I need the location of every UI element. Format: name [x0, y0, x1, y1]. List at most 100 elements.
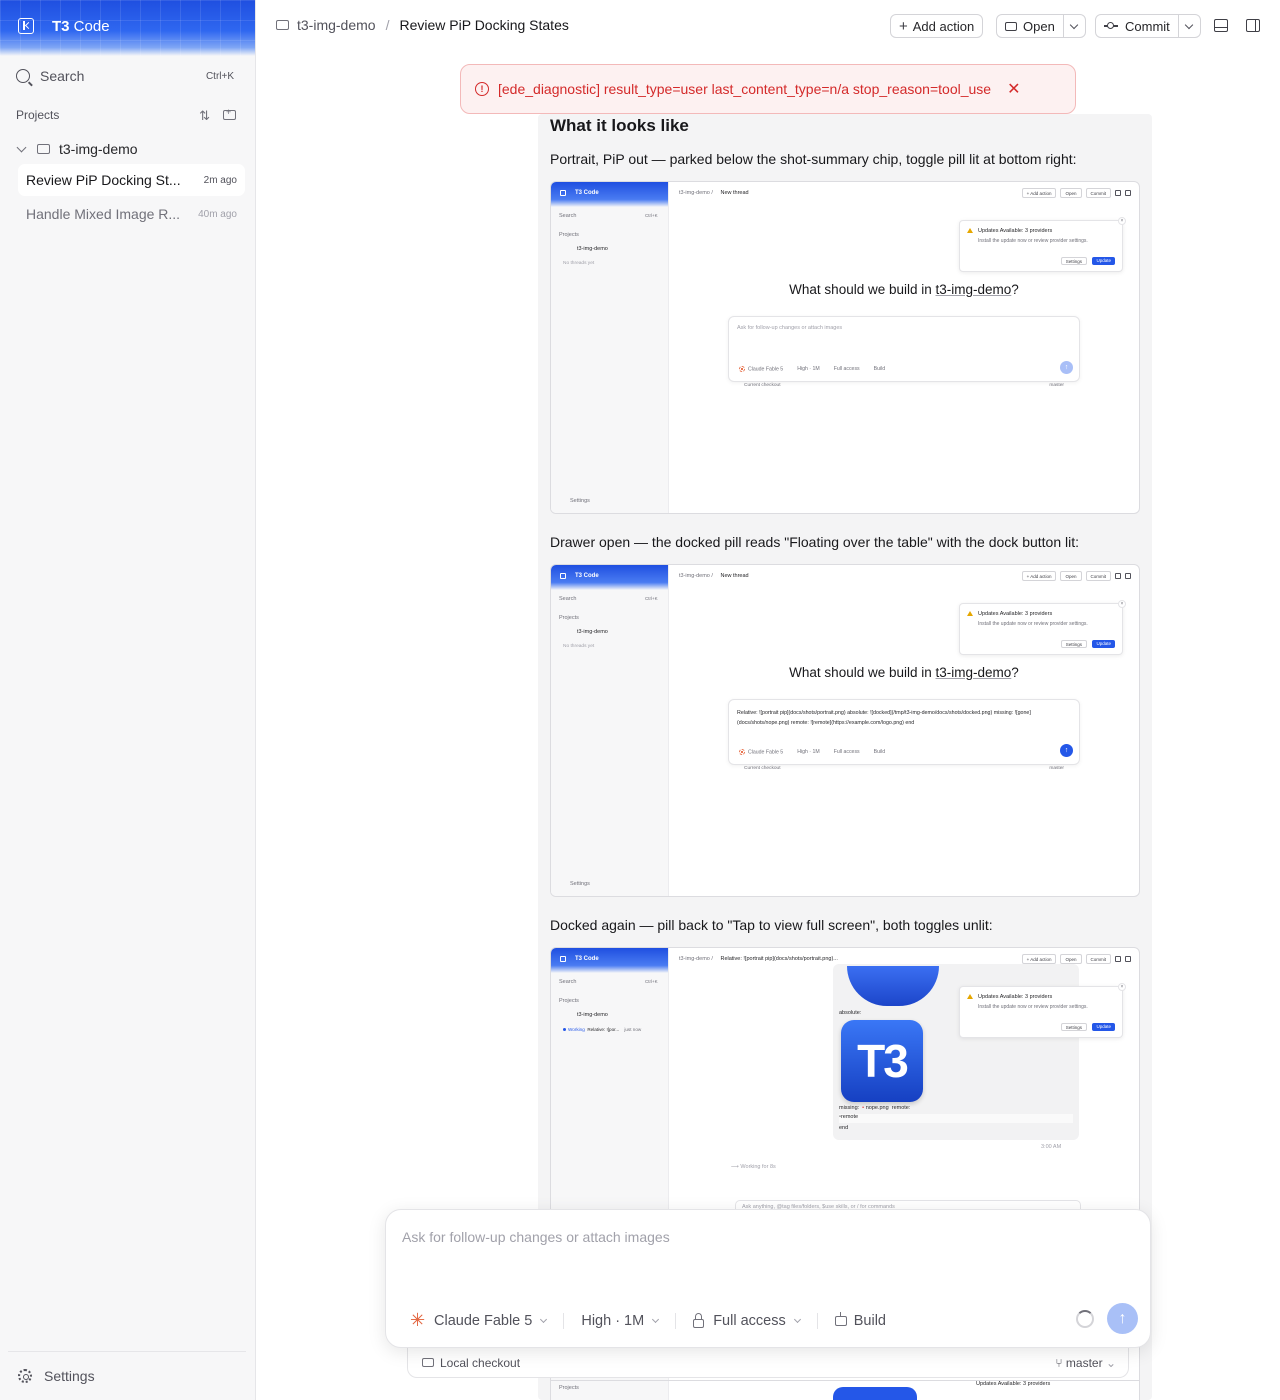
- access-selector[interactable]: Full access: [693, 1312, 801, 1329]
- claude-icon: [739, 365, 745, 372]
- mini-sidebar: T3 Code Search Ctrl+K Projects t3-img-de…: [551, 182, 669, 513]
- screenshot-peek: Projects Updates Available: 3 providers: [550, 1380, 1140, 1400]
- search-label: Search: [40, 68, 85, 84]
- loading-spinner-icon: [1076, 1310, 1094, 1328]
- mini-crumb-title: New thread: [720, 190, 749, 196]
- screenshot-drawer-open[interactable]: T3 Code Search Ctrl+K Projects t3-img-de…: [550, 564, 1140, 897]
- mini-send-icon: ↑: [1060, 744, 1073, 757]
- toast-settings: Settings: [1060, 1023, 1087, 1031]
- sort-icon[interactable]: ⇅: [199, 108, 210, 124]
- git-commit-icon: [1104, 22, 1118, 29]
- breadcrumb-project[interactable]: t3-img-demo: [297, 17, 376, 33]
- panel-icon: [1115, 190, 1121, 196]
- settings-label: Settings: [44, 1368, 95, 1384]
- mini-working-thread: Working Relative: ![por... just now: [563, 1027, 641, 1032]
- caption: Drawer open — the docked pill reads "Flo…: [550, 534, 1080, 550]
- project-item[interactable]: t3-img-demo: [16, 140, 246, 158]
- mini-commit: Commit: [1085, 954, 1111, 964]
- error-banner: ! [ede_diagnostic] result_type=user last…: [460, 64, 1076, 114]
- mini-settings: Settings: [570, 881, 590, 887]
- claude-burst-icon: [410, 1310, 426, 1331]
- folder-icon: [276, 20, 289, 30]
- add-action-button[interactable]: + Add action: [890, 14, 984, 38]
- model-selector[interactable]: Claude Fable 5: [410, 1310, 548, 1331]
- mini-main: t3-img-demo / New thread + Add action Op…: [669, 565, 1139, 896]
- close-icon[interactable]: ✕: [1007, 79, 1020, 99]
- mini-missing-row: missing: ▪ nope.png remote:: [839, 1105, 911, 1111]
- toast-update: Update: [1092, 257, 1115, 265]
- mini-settings: Settings: [570, 498, 590, 504]
- access-label: Full access: [713, 1313, 786, 1329]
- mini-question: What should we build in t3-img-demo?: [789, 282, 1019, 297]
- alert-circle-icon: !: [475, 82, 489, 96]
- composer-input[interactable]: Ask for follow-up changes or attach imag…: [402, 1229, 670, 1245]
- open-button-group[interactable]: Open: [996, 14, 1086, 38]
- mini-remote-placeholder: ▫remote: [839, 1114, 1073, 1123]
- open-button[interactable]: Open: [997, 15, 1063, 37]
- brand-header: T3 Code: [0, 0, 255, 56]
- project-name: t3-img-demo: [59, 141, 138, 157]
- toggle-right-panel-icon[interactable]: [1246, 19, 1260, 32]
- panel-icon: [1125, 190, 1131, 196]
- mini-add-action: + Add action: [1021, 571, 1057, 581]
- toggle-bottom-panel-icon[interactable]: [1214, 19, 1228, 32]
- mini-main: t3-img-demo / New thread + Add action Op…: [669, 182, 1139, 513]
- sidebar-toggle-icon[interactable]: [18, 18, 34, 34]
- commit-dropdown-button[interactable]: [1177, 15, 1200, 37]
- thread-item[interactable]: Handle Mixed Image R... 40m ago: [18, 198, 245, 230]
- mini-update-toast: Updates Available: 3 providers Install t…: [959, 217, 1126, 272]
- mode-toggle[interactable]: Build: [834, 1312, 886, 1329]
- effort-selector[interactable]: High · 1M: [581, 1313, 660, 1329]
- toast-body: Install the update now or review provide…: [978, 621, 1088, 627]
- thread-item-active[interactable]: Review PiP Docking St... 2m ago: [18, 164, 245, 196]
- error-message: [ede_diagnostic] result_type=user last_c…: [498, 81, 992, 97]
- divider: [563, 1313, 565, 1329]
- caption: Docked again — pill back to "Tap to view…: [550, 917, 993, 933]
- commit-button[interactable]: Commit: [1096, 15, 1178, 37]
- chevron-down-icon: [652, 1315, 660, 1324]
- mode-label: Build: [853, 1313, 886, 1329]
- plus-icon: +: [899, 17, 908, 35]
- add-project-icon[interactable]: [223, 107, 236, 120]
- search-button[interactable]: Search Ctrl+K: [8, 62, 248, 90]
- branch-selector[interactable]: ⑂ master ⌄: [1055, 1356, 1116, 1370]
- mini-update-toast: Updates Available: 3 providers Install t…: [959, 983, 1126, 1038]
- mini-open: Open: [1060, 954, 1082, 964]
- mini-crumb: t3-img-demo: [679, 190, 710, 196]
- chevron-down-icon: [16, 142, 27, 152]
- mini-composer: Ask for follow-up changes or attach imag…: [728, 316, 1080, 382]
- mini-brand: T3 Code: [575, 573, 599, 579]
- caption: Portrait, PiP out — parked below the sho…: [550, 151, 1077, 167]
- mini-crumb-title: New thread: [720, 573, 749, 579]
- mini-projects: Projects: [559, 998, 579, 1004]
- chevron-down-icon: [1070, 20, 1079, 29]
- mini-projects: Projects: [559, 232, 579, 238]
- settings-button[interactable]: Settings: [8, 1351, 246, 1400]
- screenshot-portrait-pip[interactable]: T3 Code Search Ctrl+K Projects t3-img-de…: [550, 181, 1140, 514]
- mini-commit: Commit: [1085, 188, 1111, 198]
- commit-button-group[interactable]: Commit: [1095, 14, 1201, 38]
- mini-composer-placeholder: Ask for follow-up changes or attach imag…: [737, 325, 843, 331]
- folder-icon: [1005, 21, 1017, 31]
- open-label: Open: [1023, 18, 1055, 34]
- t3-logo-image: T3: [841, 1020, 923, 1102]
- effort-label: High · 1M: [581, 1313, 645, 1329]
- lock-icon: [693, 1312, 705, 1328]
- folder-icon: [422, 1358, 434, 1367]
- composer: Ask for follow-up changes or attach imag…: [385, 1209, 1151, 1348]
- close-icon: ×: [1118, 983, 1126, 991]
- mini-projects: Projects: [559, 615, 579, 621]
- folder-icon: [37, 144, 50, 154]
- sidebar-toggle-icon: [560, 190, 566, 196]
- branch-label: master: [1065, 1356, 1103, 1370]
- mini-shortcut: Ctrl+K: [645, 213, 658, 218]
- send-button[interactable]: ↑: [1107, 1303, 1138, 1334]
- sidebar-toggle-icon: [560, 573, 566, 579]
- open-dropdown-button[interactable]: [1062, 15, 1085, 37]
- mini-composer-text: Relative: ![portrait pip](docs/shots/por…: [737, 710, 1031, 727]
- mini-question: What should we build in t3-img-demo?: [789, 665, 1019, 680]
- brand-grid-pattern: [0, 0, 255, 56]
- checkout-selector[interactable]: Local checkout: [440, 1356, 520, 1370]
- mini-search: Search: [559, 979, 577, 985]
- mini-brand: T3 Code: [575, 956, 599, 962]
